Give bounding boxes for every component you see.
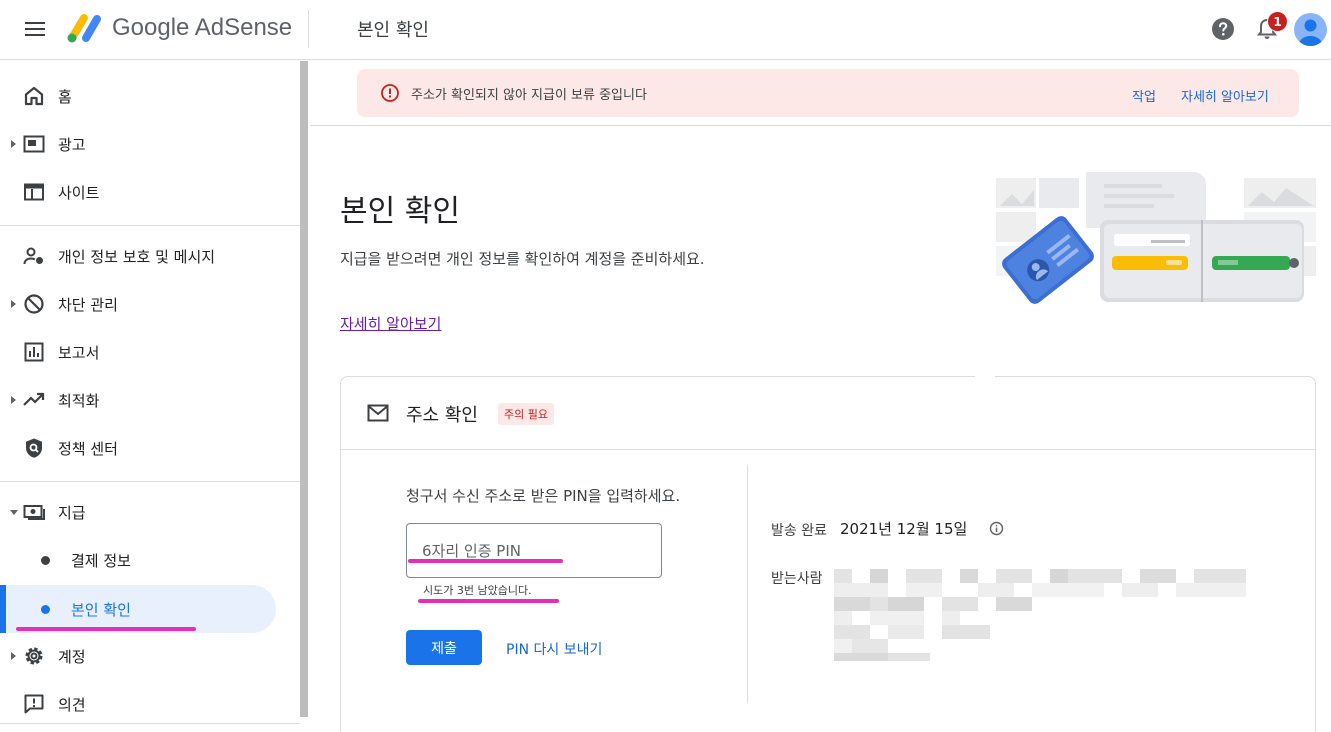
expand-caret-icon bbox=[11, 140, 16, 148]
address-verification-card: 주소 확인 주의 필요 청구서 수신 주소로 받은 PIN을 입력하세요. 시도… bbox=[340, 376, 1316, 732]
adsense-logo-icon bbox=[67, 14, 101, 43]
sidebar-item-feedback[interactable]: 의견 bbox=[0, 682, 300, 726]
page-title: 본인 확인 bbox=[340, 194, 460, 229]
user-avatar-icon bbox=[1298, 19, 1323, 46]
gear-icon bbox=[25, 647, 43, 665]
alert-learn-more-link[interactable]: 자세히 알아보기 bbox=[1181, 86, 1269, 105]
pink-annotation-underline bbox=[408, 559, 563, 563]
menu-bar bbox=[25, 28, 45, 30]
home-icon bbox=[24, 86, 44, 106]
main-menu-button[interactable] bbox=[18, 16, 52, 44]
recipient-label: 받는사람 bbox=[771, 571, 823, 587]
sent-date: 2021년 12월 15일 bbox=[840, 520, 968, 538]
identity-verification-illustration bbox=[996, 172, 1316, 304]
sidebar-item-label: 최적화 bbox=[58, 392, 100, 410]
sidebar-item-label: 차단 관리 bbox=[58, 296, 118, 314]
sidebar-item-identity-verification[interactable]: 본인 확인 bbox=[0, 585, 276, 633]
sidebar-item-label: 계정 bbox=[58, 648, 86, 666]
info-icon[interactable] bbox=[989, 521, 1004, 536]
expand-caret-icon bbox=[11, 300, 16, 308]
header-divider bbox=[308, 10, 309, 48]
sidebar-item-label: 광고 bbox=[58, 136, 86, 154]
sidebar-item-payment-info[interactable]: 결제 정보 bbox=[0, 538, 300, 582]
top-app-bar: Google AdSense 본인 확인 1 bbox=[0, 0, 1331, 60]
card-divider bbox=[341, 449, 1315, 450]
page-description: 지급을 받으려면 개인 정보를 확인하여 계정을 준비하세요. bbox=[340, 250, 705, 268]
notification-count-badge: 1 bbox=[1267, 11, 1288, 32]
sidebar-item-label: 정책 센터 bbox=[58, 440, 118, 458]
attention-needed-badge: 주의 필요 bbox=[498, 403, 554, 425]
sidebar-item-home[interactable]: 홈 bbox=[0, 74, 300, 118]
pink-annotation-underline bbox=[418, 599, 559, 603]
bullet-dot-icon bbox=[41, 605, 50, 614]
payment-hold-alert-banner: 주소가 확인되지 않아 지급이 보류 중입니다 작업 자세히 알아보기 bbox=[357, 69, 1299, 117]
payments-icon bbox=[23, 505, 45, 520]
brand-name: Google AdSense bbox=[112, 14, 293, 41]
reports-icon bbox=[24, 342, 44, 362]
sidebar-item-sites[interactable]: 사이트 bbox=[0, 170, 300, 214]
mail-icon bbox=[367, 404, 389, 422]
sidebar-item-label: 사이트 bbox=[58, 184, 100, 202]
page-header-title: 본인 확인 bbox=[357, 20, 429, 41]
sidebar-divider bbox=[0, 225, 300, 226]
menu-bar bbox=[25, 22, 45, 24]
sidebar-item-label: 개인 정보 보호 및 메시지 bbox=[58, 248, 216, 266]
pin-input[interactable] bbox=[406, 523, 662, 578]
privacy-icon bbox=[23, 247, 43, 265]
sidebar-item-label: 보고서 bbox=[58, 344, 100, 362]
sidebar-item-label: 홈 bbox=[58, 88, 72, 106]
sidebar-item-optimization[interactable]: 최적화 bbox=[0, 378, 300, 422]
alert-action-link[interactable]: 작업 bbox=[1132, 86, 1156, 105]
redacted-address-block bbox=[834, 569, 1246, 661]
active-item-indicator bbox=[0, 585, 6, 633]
sidebar-item-policy-center[interactable]: 정책 센터 bbox=[0, 426, 300, 470]
sidebar-item-blocking-controls[interactable]: 차단 관리 bbox=[0, 282, 300, 326]
expand-caret-icon bbox=[11, 396, 16, 404]
sidebar-item-label: 본인 확인 bbox=[71, 601, 131, 619]
learn-more-link[interactable]: 자세히 알아보기 bbox=[340, 313, 441, 334]
block-icon bbox=[24, 294, 44, 314]
pink-annotation-underline bbox=[16, 627, 196, 631]
feedback-icon bbox=[24, 694, 44, 714]
ads-icon bbox=[23, 135, 45, 153]
sidebar-item-label: 결제 정보 bbox=[71, 552, 131, 570]
trending-up-icon bbox=[23, 392, 45, 406]
sites-icon bbox=[24, 183, 44, 201]
menu-bar bbox=[25, 34, 45, 36]
sidebar-divider bbox=[0, 481, 300, 482]
help-icon[interactable] bbox=[1211, 17, 1235, 41]
sidebar-item-reports[interactable]: 보고서 bbox=[0, 330, 300, 374]
sidebar-scrollbar[interactable] bbox=[300, 61, 308, 717]
card-edge-mask bbox=[975, 185, 995, 385]
resend-pin-link[interactable]: PIN 다시 보내기 bbox=[506, 639, 602, 659]
expand-caret-icon bbox=[11, 652, 16, 660]
sidebar-item-label: 의견 bbox=[58, 696, 86, 714]
policy-shield-icon bbox=[26, 438, 42, 458]
sent-status-label: 발송 완료 bbox=[771, 523, 827, 539]
attempts-remaining-hint: 시도가 3번 남았습니다. bbox=[423, 584, 532, 597]
bullet-dot-icon bbox=[41, 556, 50, 565]
sidebar-divider bbox=[0, 723, 300, 724]
alert-message: 주소가 확인되지 않아 지급이 보류 중입니다 bbox=[411, 88, 647, 103]
sidebar-item-account[interactable]: 계정 bbox=[0, 634, 300, 678]
pin-prompt-text: 청구서 수신 주소로 받은 PIN을 입력하세요. bbox=[406, 487, 681, 505]
sidebar-item-payments[interactable]: 지급 bbox=[0, 490, 300, 534]
error-alert-icon bbox=[381, 84, 399, 102]
sidebar-item-ads[interactable]: 광고 bbox=[0, 122, 300, 166]
sidebar-item-label: 지급 bbox=[58, 504, 86, 522]
account-avatar[interactable] bbox=[1294, 13, 1327, 46]
card-column-divider bbox=[747, 465, 748, 703]
card-title: 주소 확인 bbox=[406, 405, 478, 426]
content-divider bbox=[310, 125, 1331, 126]
sidebar-item-privacy-messaging[interactable]: 개인 정보 보호 및 메시지 bbox=[0, 234, 300, 278]
submit-button[interactable]: 제출 bbox=[406, 630, 482, 665]
collapse-caret-icon bbox=[10, 510, 18, 515]
